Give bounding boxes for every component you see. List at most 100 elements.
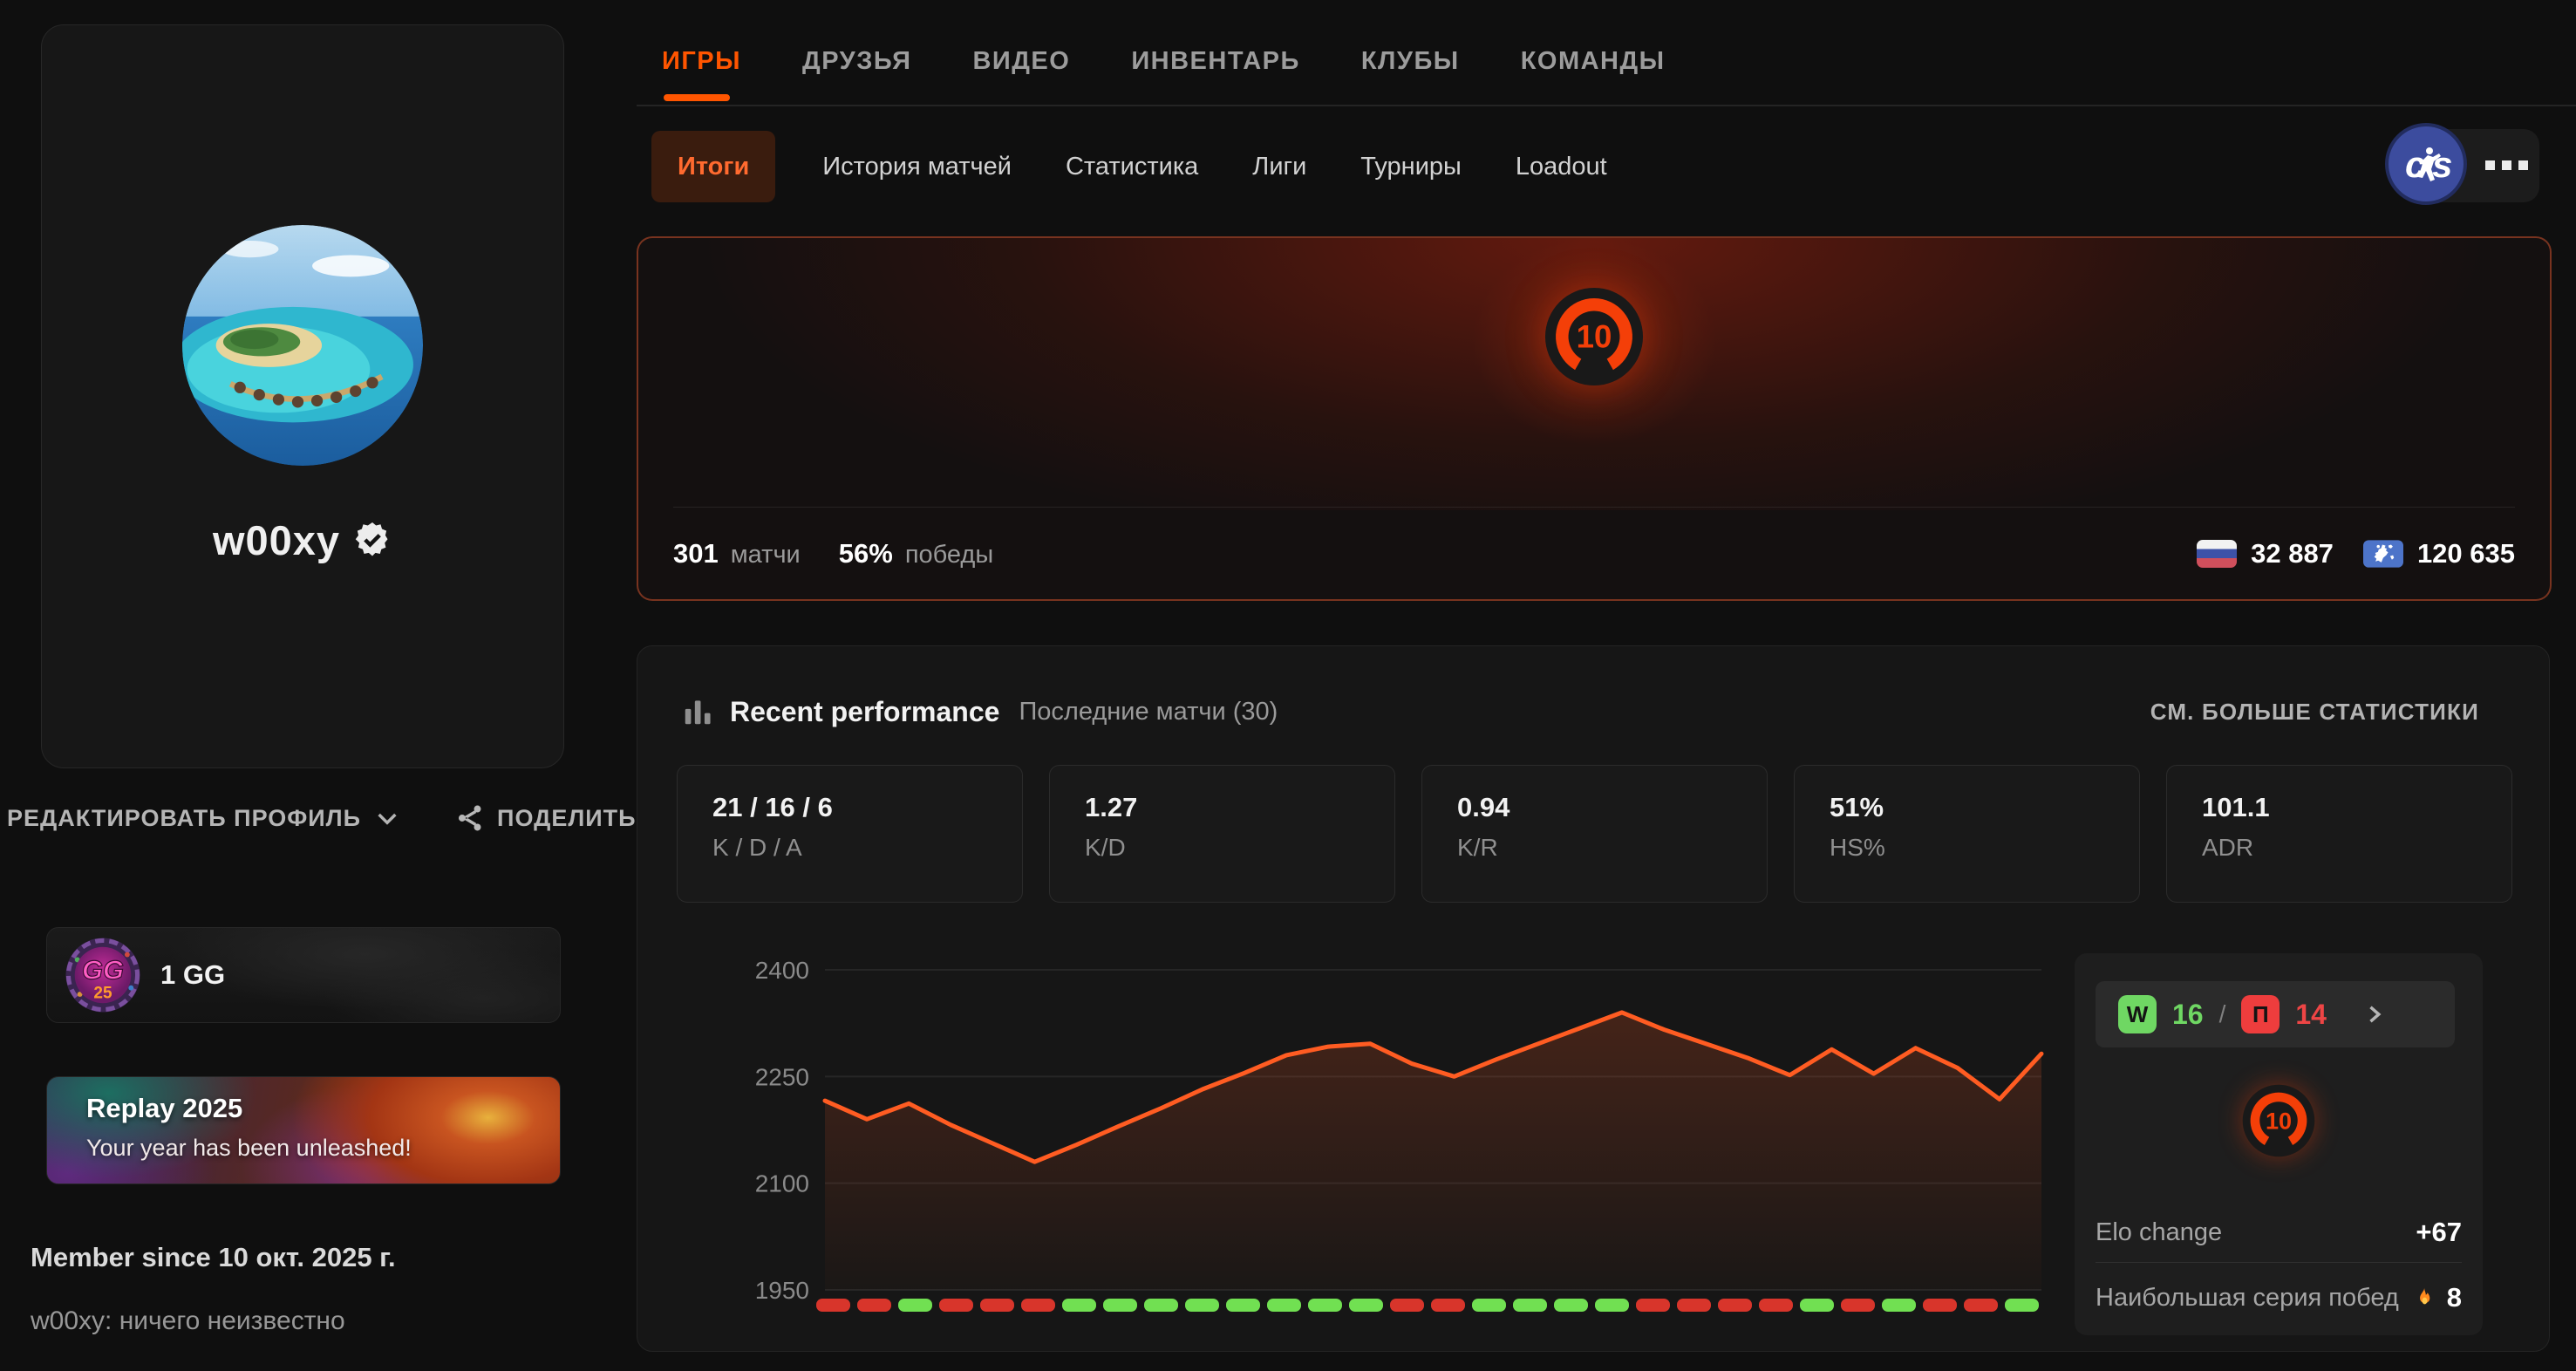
avatar-island-image <box>182 225 423 466</box>
elo-change-label: Elo change <box>2096 1218 2222 1247</box>
tab-inventory[interactable]: ИНВЕНТАРЬ <box>1131 47 1300 76</box>
winrate-label: победы <box>905 541 993 570</box>
replay-banner-subtitle: Your year has been unleashed! <box>86 1135 412 1162</box>
subtab-match-history[interactable]: История матчей <box>815 153 1019 181</box>
win-loss-box[interactable]: W 16 / П 14 <box>2096 981 2455 1047</box>
share-button[interactable]: ПОДЕЛИТЬСЯ <box>455 803 645 833</box>
see-more-stats-link[interactable]: СМ. БОЛЬШЕ СТАТИСТИКИ <box>2150 699 2479 726</box>
hs-label: HS% <box>1830 834 2139 862</box>
summary-divider <box>2096 1262 2462 1263</box>
recent-performance-title: Recent performance <box>730 696 999 728</box>
chart-y-axis-labels: 2400 2250 2100 1950 <box>755 957 809 1304</box>
kda-label: K / D / A <box>712 834 1022 862</box>
more-icon <box>2485 160 2495 170</box>
europe-region-icon <box>2363 540 2403 568</box>
svg-text:2100: 2100 <box>755 1170 809 1197</box>
adr-label: ADR <box>2202 834 2511 862</box>
kd-value: 1.27 <box>1085 792 1394 823</box>
sub-nav: Итоги История матчей Статистика Лиги Тур… <box>637 131 2381 202</box>
stat-box-adr: 101.1 ADR <box>2166 765 2512 903</box>
winrate-value: 56% <box>839 538 893 570</box>
nav-divider <box>637 105 2576 106</box>
verified-badge-icon <box>354 522 391 559</box>
winrate-stat: 56% победы <box>839 538 993 570</box>
win-streak-row: Наибольшая серия побед 8 <box>2096 1279 2462 1317</box>
hs-value: 51% <box>1830 792 2139 823</box>
elo-history-chart: 2400 2250 2100 1950 <box>677 943 2050 1327</box>
svg-text:s: s <box>2432 144 2452 185</box>
elo-change-row: Elo change +67 <box>2096 1213 2462 1252</box>
profile-status-text: w00xy: ничего неизвестно <box>31 1306 345 1336</box>
recent-performance-card: Recent performance Последние матчи (30) … <box>637 645 2550 1352</box>
losses-count: 14 <box>2295 999 2327 1031</box>
subtab-loadout[interactable]: Loadout <box>1509 153 1614 181</box>
stat-box-kda: 21 / 16 / 6 K / D / A <box>677 765 1023 903</box>
country-rank-value: 32 887 <box>2251 538 2334 570</box>
elo-change-value: +67 <box>2416 1217 2462 1248</box>
subtab-statistics[interactable]: Статистика <box>1059 153 1205 181</box>
subtab-tournaments[interactable]: Турниры <box>1353 153 1469 181</box>
wins-count: 16 <box>2172 999 2204 1031</box>
avatar[interactable] <box>182 225 423 466</box>
svg-text:1950: 1950 <box>755 1277 809 1304</box>
skill-level-value: 10 <box>1577 319 1612 355</box>
profile-actions: РЕДАКТИРОВАТЬ ПРОФИЛЬ ПОДЕЛИТЬСЯ <box>7 792 645 844</box>
subtab-leagues[interactable]: Лиги <box>1245 153 1313 181</box>
cs2-game-icon[interactable]: c s <box>2384 122 2468 206</box>
tab-teams[interactable]: КОМАНДЫ <box>1521 47 1666 76</box>
kr-value: 0.94 <box>1457 792 1767 823</box>
replay-2025-banner[interactable]: Replay 2025 Your year has been unleashed… <box>46 1076 561 1184</box>
username: w00xy <box>213 516 340 564</box>
matches-label: матчи <box>731 541 801 570</box>
svg-text:2250: 2250 <box>755 1063 809 1090</box>
skill-level-icon: 10 <box>1544 287 1644 386</box>
tab-videos[interactable]: ВИДЕО <box>972 47 1070 76</box>
stat-box-kr: 0.94 K/R <box>1421 765 1768 903</box>
username-row: w00xy <box>41 516 562 564</box>
win-streak-value: 8 <box>2447 1282 2462 1313</box>
stat-box-hs: 51% HS% <box>1794 765 2140 903</box>
region-rank-value: 120 635 <box>2417 538 2515 570</box>
flame-icon <box>2412 1286 2436 1310</box>
losses-badge: П <box>2241 995 2280 1033</box>
share-icon <box>455 803 485 833</box>
matches-stat: 301 матчи <box>673 538 801 570</box>
win-streak-label: Наибольшая серия побед <box>2096 1284 2399 1313</box>
tab-friends[interactable]: ДРУЗЬЯ <box>802 47 911 76</box>
tab-clubs[interactable]: КЛУБЫ <box>1361 47 1460 76</box>
bar-chart-icon <box>681 695 714 728</box>
kr-label: K/R <box>1457 834 1767 862</box>
kda-value: 21 / 16 / 6 <box>712 792 1022 823</box>
russia-flag-icon <box>2197 540 2237 568</box>
member-since-text: Member since 10 окт. 2025 г. <box>31 1242 396 1273</box>
stat-box-kd: 1.27 K/D <box>1049 765 1395 903</box>
recent-stat-boxes: 21 / 16 / 6 K / D / A 1.27 K/D 0.94 K/R … <box>677 765 2512 903</box>
svg-text:25: 25 <box>93 984 112 1002</box>
wins-badge: W <box>2118 995 2157 1033</box>
wl-separator: / <box>2219 1000 2226 1028</box>
chevron-down-icon <box>373 804 401 832</box>
active-tab-underline <box>664 94 730 101</box>
replay-banner-title: Replay 2025 <box>86 1093 242 1124</box>
recent-summary-panel: W 16 / П 14 10 Elo change +67 <box>2075 953 2483 1335</box>
kd-label: K/D <box>1085 834 1394 862</box>
recent-performance-subtitle: Последние матчи (30) <box>1019 698 1278 726</box>
country-rank: 32 887 <box>2197 538 2334 570</box>
faceit-profile-page: w00xy РЕДАКТИРОВАТЬ ПРОФИЛЬ ПОДЕЛИТЬСЯ <box>0 0 2576 1371</box>
svg-text:2400: 2400 <box>755 957 809 984</box>
edit-profile-button[interactable]: РЕДАКТИРОВАТЬ ПРОФИЛЬ <box>7 804 401 832</box>
edit-profile-label: РЕДАКТИРОВАТЬ ПРОФИЛЬ <box>7 805 361 832</box>
more-games-button[interactable] <box>2485 160 2528 170</box>
matches-value: 301 <box>673 538 719 570</box>
share-label: ПОДЕЛИТЬСЯ <box>497 805 645 832</box>
win-loss-dashes <box>816 1299 2039 1312</box>
tab-games[interactable]: ИГРЫ <box>662 47 741 76</box>
elo-stats-row: 301 матчи 56% победы 32 887 <box>673 508 2515 599</box>
subtab-overview[interactable]: Итоги <box>651 131 775 202</box>
gg-banner[interactable]: GG 25 1 GG <box>46 927 561 1023</box>
region-rank: 120 635 <box>2363 538 2515 570</box>
top-nav: ИГРЫ ДРУЗЬЯ ВИДЕО ИНВЕНТАРЬ КЛУБЫ КОМАНД… <box>637 33 2576 89</box>
recent-performance-header: Recent performance Последние матчи (30) … <box>681 695 2479 728</box>
svg-text:GG: GG <box>82 954 124 985</box>
skill-level-icon-small: 10 <box>2242 1084 2315 1157</box>
